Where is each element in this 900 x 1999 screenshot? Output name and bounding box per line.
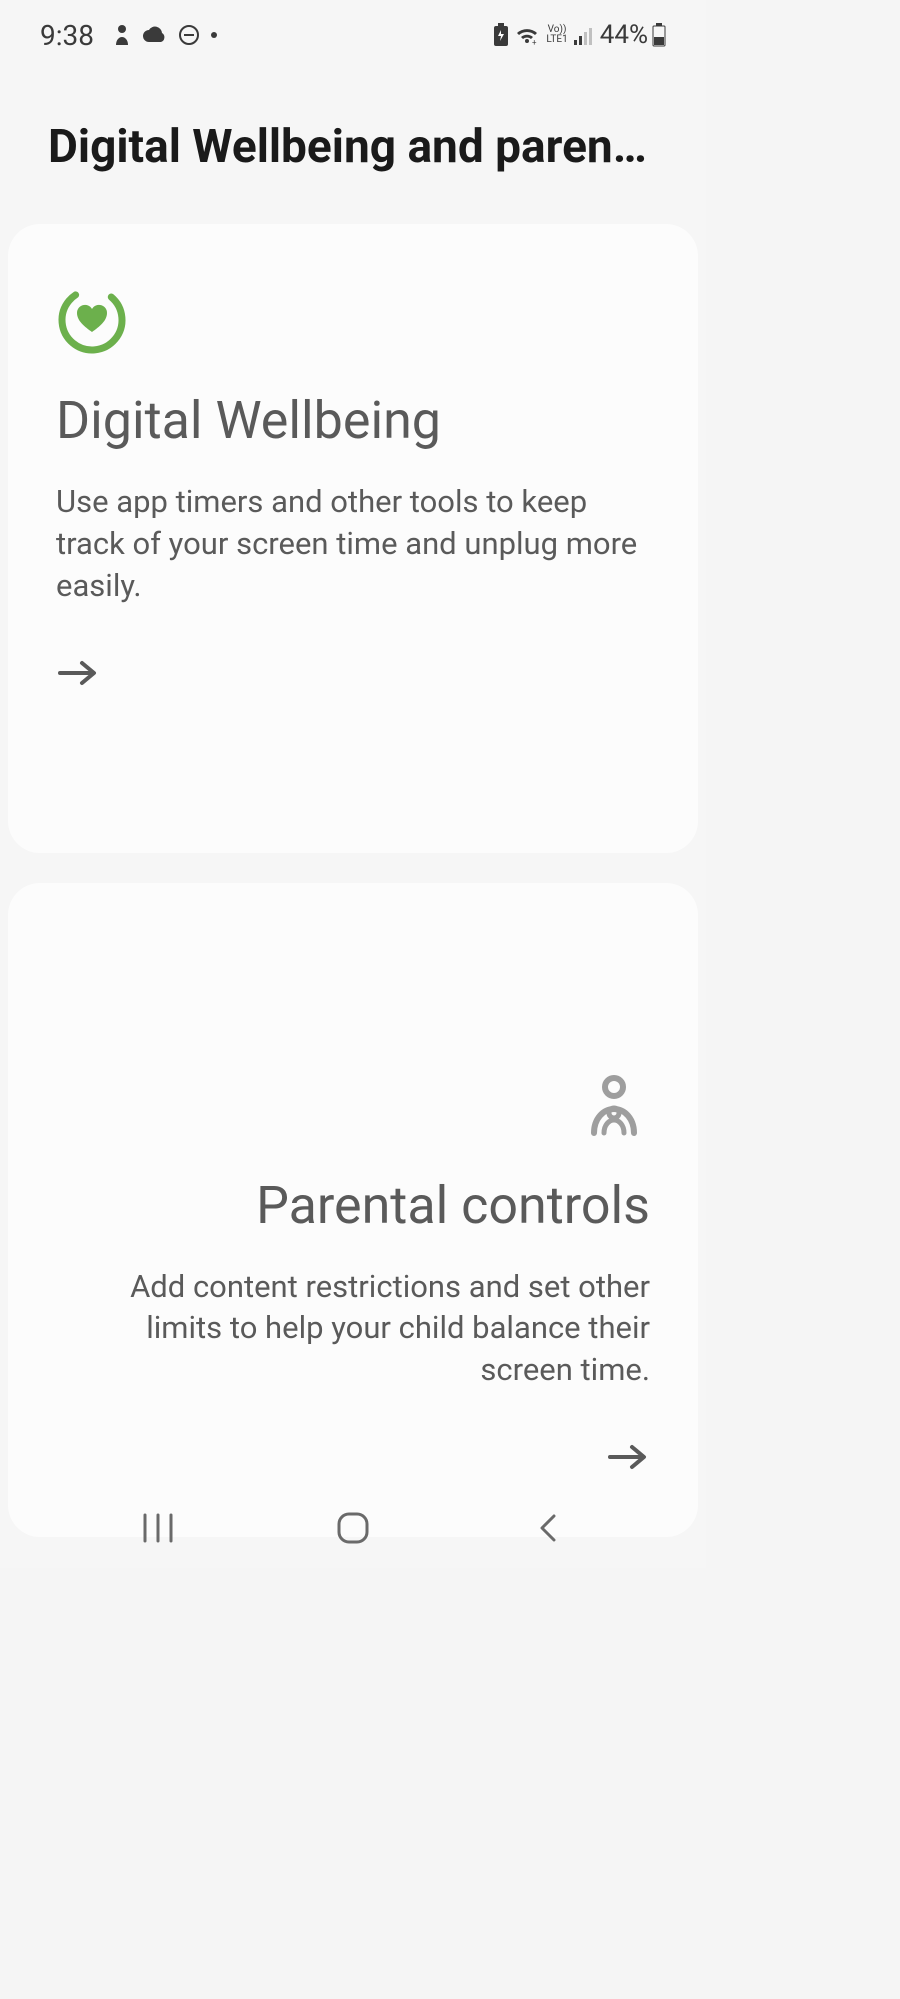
person-icon bbox=[112, 23, 132, 47]
parental-title: Parental controls bbox=[56, 1175, 650, 1236]
battery-icon bbox=[652, 23, 666, 47]
battery-percentage: 44% bbox=[600, 20, 648, 50]
status-right: + Vo)) LTE1 44% bbox=[492, 20, 666, 50]
battery-saver-icon bbox=[492, 23, 510, 47]
navigation-bar bbox=[0, 1488, 706, 1568]
parental-description: Add content restrictions and set other l… bbox=[56, 1266, 650, 1392]
cloud-icon bbox=[142, 26, 168, 44]
clock-time: 9:38 bbox=[40, 19, 94, 52]
wellbeing-description: Use app timers and other tools to keep t… bbox=[56, 481, 650, 607]
arrow-right-icon bbox=[56, 1441, 650, 1473]
recents-button[interactable] bbox=[128, 1498, 188, 1558]
home-button[interactable] bbox=[323, 1498, 383, 1558]
parental-icon bbox=[56, 1073, 650, 1145]
wellbeing-title: Digital Wellbeing bbox=[56, 390, 650, 451]
signal-icon bbox=[574, 25, 596, 45]
volte-indicator: Vo)) LTE1 bbox=[546, 25, 567, 45]
arrow-right-icon bbox=[56, 657, 100, 689]
digital-wellbeing-card[interactable]: Digital Wellbeing Use app timers and oth… bbox=[8, 224, 698, 853]
dot-icon bbox=[210, 31, 218, 39]
status-bar: 9:38 + Vo)) LTE1 bbox=[0, 0, 706, 60]
wellbeing-icon bbox=[56, 284, 650, 360]
parental-controls-card[interactable]: Parental controls Add content restrictio… bbox=[8, 883, 698, 1538]
dnd-icon bbox=[178, 24, 200, 46]
svg-text:+: + bbox=[532, 38, 537, 45]
back-button[interactable] bbox=[518, 1498, 578, 1558]
status-left: 9:38 bbox=[40, 19, 218, 52]
wifi-icon: + bbox=[514, 25, 540, 45]
page-title: Digital Wellbeing and parental c… bbox=[0, 60, 706, 214]
